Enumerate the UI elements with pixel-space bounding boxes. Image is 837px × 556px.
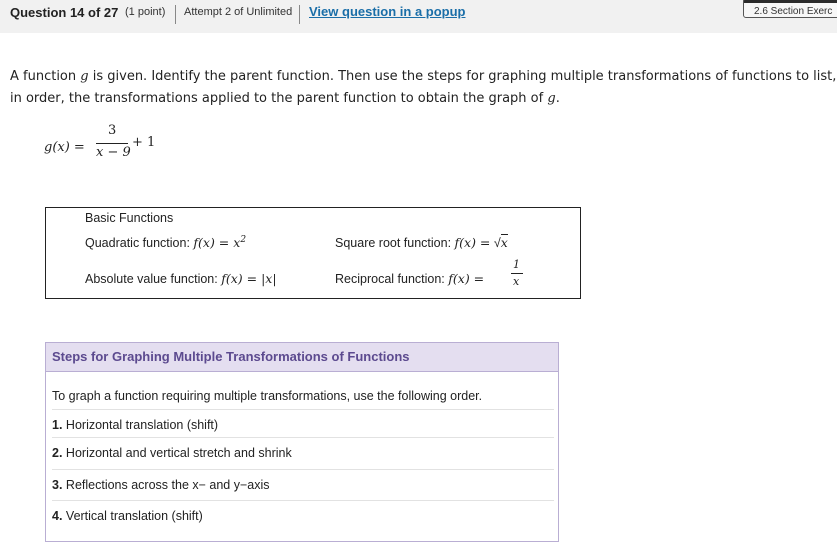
reciprocal-fraction-bar [511,273,523,274]
step-item: 4. Vertical translation (shift) [52,509,203,523]
steps-panel: Steps for Graphing Multiple Transformati… [45,342,559,542]
reciprocal-function: Reciprocal function: f(x) = [335,271,485,286]
formula-denominator: x − 9 [96,145,131,160]
reciprocal-denominator: x [513,275,520,288]
formula-numerator: 3 [108,123,117,138]
step-item: 3. Reflections across the x− and y−axis [52,478,270,492]
question-points: (1 point) [125,6,166,18]
sqrt-icon: √ [493,236,501,250]
steps-title: Steps for Graphing Multiple Transformati… [52,349,410,364]
step-item: 1. Horizontal translation (shift) [52,418,219,432]
steps-intro: To graph a function requiring multiple t… [52,389,483,403]
fraction-bar [96,143,128,144]
absolute-value-function: Absolute value function: f(x) = |x| [85,271,277,286]
step-divider [52,500,554,501]
square-root-function: Square root function: f(x) = √x [335,234,508,250]
prompt-text: A function [10,69,77,84]
question-prompt: A function g is given. Identify the pare… [10,66,837,110]
basic-functions-box: Basic Functions Quadratic function: f(x)… [45,207,581,299]
section-tab-label: 2.6 Section Exerc [754,6,833,17]
section-tab[interactable]: 2.6 Section Exerc [743,0,837,18]
step-divider [52,409,554,410]
step-divider [52,469,554,470]
question-header: Question 14 of 27 (1 point) Attempt 2 of… [0,0,837,33]
reciprocal-numerator: 1 [513,258,520,271]
prompt-math-g: g [547,91,556,106]
question-number: Question 14 of 27 [10,5,119,20]
view-popup-link[interactable]: View question in a popup [309,4,466,19]
basic-functions-title: Basic Functions [85,211,174,225]
header-divider [299,5,300,24]
attempt-count: Attempt 2 of Unlimited [184,6,293,18]
header-divider [175,5,176,24]
step-divider [52,437,554,438]
prompt-text: is given. Identify the parent function. … [10,69,837,106]
quadratic-function: Quadratic function: f(x) = x2 [85,235,247,251]
step-item: 2. Horizontal and vertical stretch and s… [52,446,292,460]
formula-lhs: g(x) = [44,140,85,155]
prompt-math-g: g [80,69,89,84]
formula-tail: + 1 [132,135,156,150]
steps-panel-header: Steps for Graphing Multiple Transformati… [46,343,558,372]
prompt-text: . [555,91,560,106]
